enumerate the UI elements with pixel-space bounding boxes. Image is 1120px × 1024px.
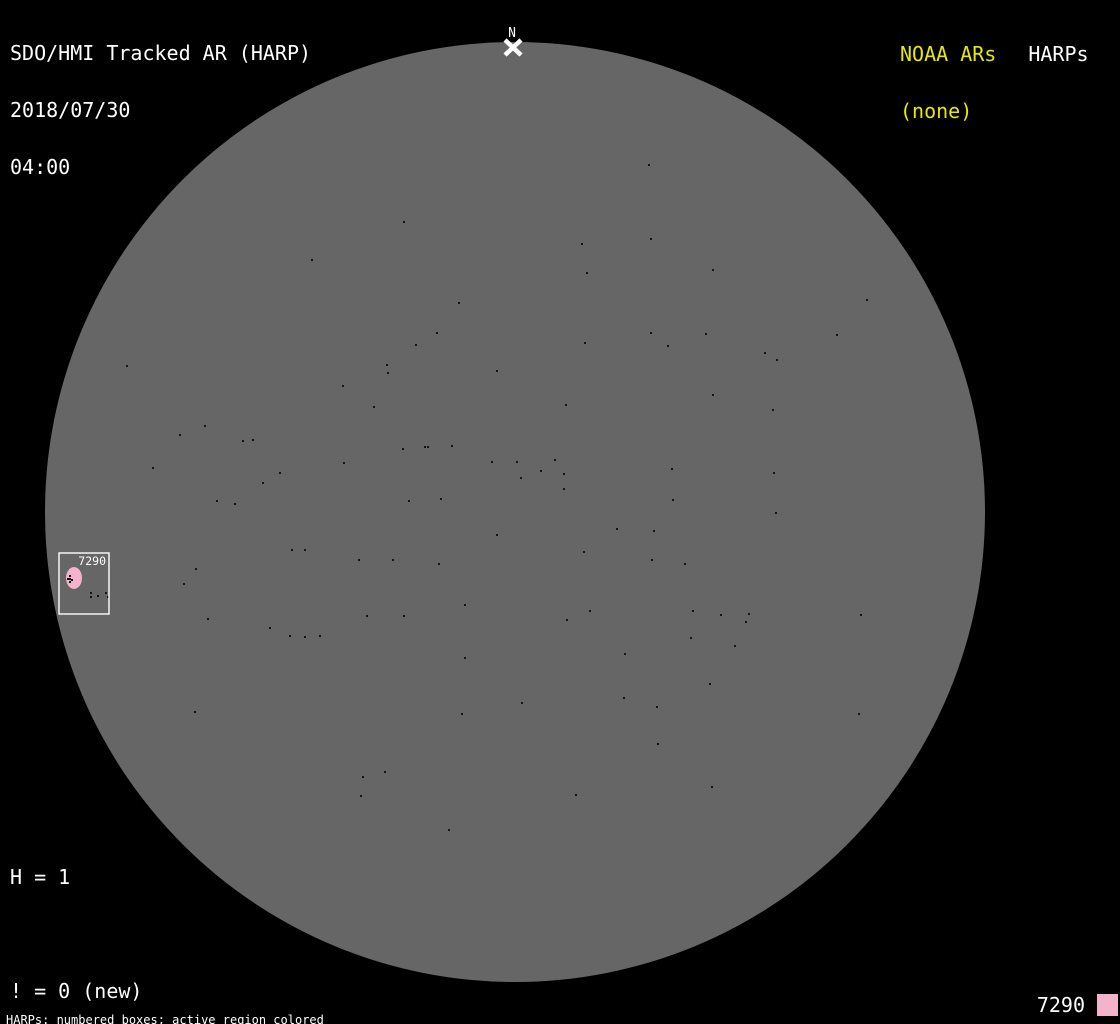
noaa-ars-value: (none) (900, 99, 973, 123)
legend-harp-count: H = 1 (10, 864, 71, 889)
footer-note-harps: HARPs: numbered boxes; active region col… (6, 1013, 324, 1024)
screen: 7290 N SDO/HMI Tracked AR (HARP) 2018/07… (0, 0, 1120, 1024)
footer-notes: HARPs: numbered boxes; active region col… (6, 990, 425, 1024)
harp-box-label: 7290 (78, 554, 106, 568)
page-title: SDO/HMI Tracked AR (HARP) (10, 41, 312, 65)
harps-label: HARPs (1028, 42, 1089, 66)
overlays-key: NOAA ARs HARPs (none) (900, 7, 1089, 159)
noaa-ars-label: NOAA ARs (900, 42, 997, 66)
header: SDO/HMI Tracked AR (HARP) 2018/07/30 04:… (10, 6, 311, 215)
harp-list-entry: 7290 (1037, 993, 1118, 1017)
harp-list-id: 7290 (1036, 993, 1085, 1017)
header-time: 04:00 (10, 155, 71, 179)
header-date: 2018/07/30 (10, 98, 131, 122)
harp-list-swatch (1097, 994, 1118, 1016)
north-marker-label: N (508, 26, 516, 41)
